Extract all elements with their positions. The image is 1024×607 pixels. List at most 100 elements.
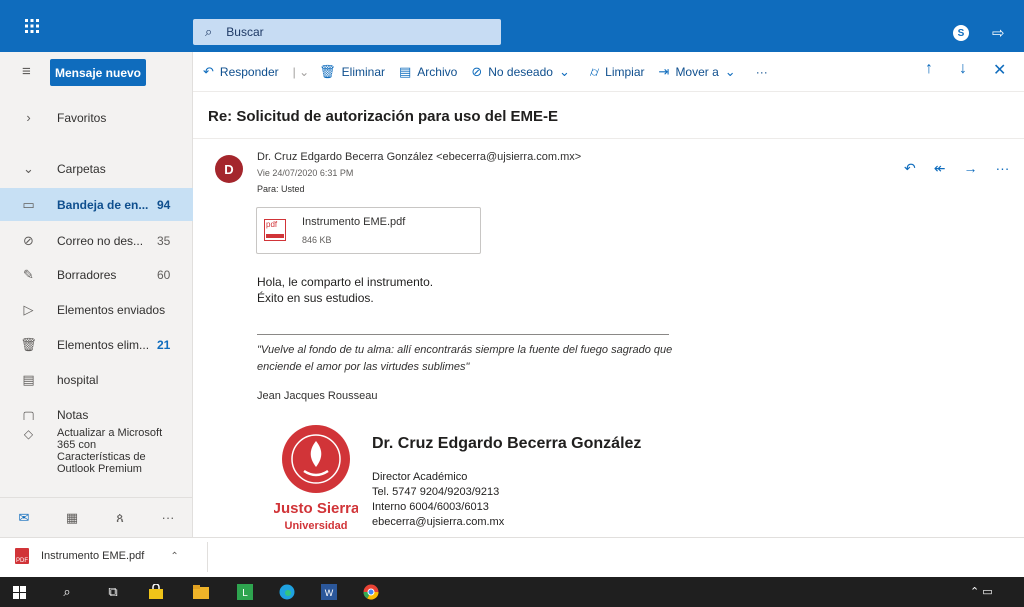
feedback-icon[interactable]: ⇨ — [992, 24, 1005, 42]
chevron-up-icon[interactable]: ⌃ — [170, 551, 178, 562]
move-to-button[interactable]: ⇥ Mover a ⌄ — [659, 64, 742, 80]
attachment-name[interactable]: Instrumento EME.pdf — [302, 216, 405, 228]
app-launcher-icon[interactable] — [12, 0, 52, 52]
pdf-icon: pdf — [264, 219, 286, 241]
word-icon[interactable]: W — [318, 582, 340, 602]
reply-label: Responder — [219, 64, 279, 79]
signature-divider — [257, 334, 669, 335]
sidebar-item-inbox[interactable]: ▭ Bandeja de en... 94 — [0, 188, 193, 221]
message-subject: Re: Solicitud de autorización para uso d… — [208, 108, 559, 125]
more-icon[interactable]: ··· — [995, 160, 1009, 177]
avatar[interactable]: D — [215, 155, 243, 183]
download-item[interactable]: PDF Instrumento EME.pdf ⌃ — [15, 548, 179, 564]
signature-name: Dr. Cruz Edgardo Becerra González — [372, 435, 642, 452]
top-bar — [0, 0, 1024, 52]
chevron-down-icon: ⌄ — [23, 160, 34, 176]
hospital-label: hospital — [57, 372, 99, 387]
chevron-down-icon: ⌄ — [724, 63, 736, 79]
attachment-card[interactable] — [256, 207, 481, 254]
sidebar-item-junk[interactable]: ⊘ Correo no des... 35 — [0, 224, 193, 257]
pencil-icon: ✎ — [23, 266, 34, 282]
task-view-icon[interactable]: ⧉ — [102, 582, 124, 602]
arrow-up-icon[interactable]: ↑ — [925, 60, 933, 80]
recipient: Para: Usted — [257, 184, 305, 194]
body-line: Hola, le comparto el instrumento. — [257, 275, 434, 289]
sender[interactable]: Dr. Cruz Edgardo Becerra González <ebece… — [257, 151, 581, 163]
edge-icon[interactable] — [276, 582, 298, 602]
upgrade-text: Actualizar a Microsoft 365 con Caracterí… — [57, 427, 163, 475]
signature-quote: "Vuelve al fondo de tu alma: allí encont… — [257, 344, 673, 373]
logo-title: Justo Sierra — [274, 500, 358, 517]
favorites-label: Favoritos — [57, 110, 107, 125]
command-bar: ↶ Responder | ⌄ 🗑 Eliminar ▤ Archivo ⊘ No de… — [193, 52, 1024, 92]
windows-start-icon[interactable] — [8, 582, 30, 602]
mail-icon[interactable]: ✉ — [0, 510, 48, 526]
message-nav: ↑ ↓ ✕ — [925, 60, 1006, 80]
pdf-icon: PDF — [15, 548, 29, 564]
archive-icon: ▤ — [399, 63, 412, 79]
message-actions: ↶ ↞ → ··· — [904, 160, 1009, 177]
archive-button[interactable]: ▤ Archivo — [399, 64, 457, 80]
chrome-icon[interactable] — [360, 582, 382, 602]
module-switcher: ✉ ▦ ጰ ··· — [0, 497, 193, 537]
new-message-button[interactable]: Mensaje nuevo — [50, 59, 146, 86]
reply-all-icon[interactable]: ↞ — [934, 160, 946, 177]
sidebar-item-notes[interactable]: ▢ Notas — [0, 398, 193, 420]
store-icon[interactable] — [145, 582, 167, 602]
launcher-app-icon[interactable]: L — [234, 582, 256, 602]
sidebar-item-hospital[interactable]: ▤ hospital — [0, 363, 193, 396]
signature-email[interactable]: ebecerra@ujsierra.com.mx — [372, 515, 504, 530]
message-date: Vie 24/07/2020 6:31 PM — [257, 168, 354, 178]
inbox-label: Bandeja de en... — [57, 197, 149, 212]
sidebar-item-deleted[interactable]: 🗑 Elementos elim... 21 — [0, 328, 193, 361]
delete-button[interactable]: 🗑 Eliminar — [319, 64, 385, 80]
blocked-icon: ⊘ — [23, 232, 34, 248]
deleted-label: Elementos elim... — [57, 337, 150, 352]
svg-text:W: W — [325, 588, 334, 598]
signature-details: Director Académico Tel. 5747 9204/9203/9… — [372, 470, 504, 530]
body-line: Éxito en sus estudios. — [257, 291, 374, 305]
arrow-down-icon[interactable]: ↓ — [959, 60, 967, 80]
system-tray[interactable]: ⌃ ▭ — [970, 585, 993, 598]
svg-text:L: L — [242, 588, 248, 599]
file-explorer-icon[interactable] — [190, 582, 212, 602]
sweep-button[interactable]: ⌭ Limpiar — [590, 64, 645, 80]
people-icon[interactable]: ጰ — [96, 510, 144, 526]
reply-button[interactable]: ↶ Responder — [203, 64, 279, 80]
skype-icon[interactable]: S — [953, 25, 969, 41]
search-box[interactable]: ⌕ Buscar — [193, 19, 501, 45]
download-filename: Instrumento EME.pdf — [41, 550, 145, 562]
deleted-count: 21 — [157, 337, 171, 352]
attachment-size: 846 KB — [302, 235, 332, 245]
drafts-count: 60 — [157, 267, 171, 282]
folders-label: Carpetas — [57, 161, 106, 176]
sent-label: Elementos enviados — [57, 302, 166, 317]
nav-favorites[interactable]: › Favoritos — [0, 101, 193, 134]
divider — [193, 138, 1024, 139]
send-icon: ▷ — [23, 301, 34, 317]
university-logo: Justo Sierra Universidad — [274, 425, 358, 532]
calendar-icon[interactable]: ▦ — [48, 510, 96, 526]
more-actions-button[interactable]: ··· — [756, 65, 768, 79]
sidebar-item-sent[interactable]: ▷ Elementos enviados — [0, 293, 193, 326]
move-label: Mover a — [675, 64, 719, 79]
search-icon: ⌕ — [205, 24, 213, 39]
sidebar-item-drafts[interactable]: ✎ Borradores 60 — [0, 258, 193, 291]
upgrade-banner[interactable]: ◇ Actualizar a Microsoft 365 con Caracte… — [0, 419, 193, 497]
trash-icon: 🗑 — [319, 63, 336, 79]
divider — [207, 542, 208, 572]
search-placeholder: Buscar — [226, 25, 264, 39]
more-apps-icon[interactable]: ··· — [144, 510, 192, 525]
junk-button[interactable]: ⊘ No deseado ⌄ — [471, 64, 576, 80]
close-icon[interactable]: ✕ — [993, 60, 1006, 80]
search-icon[interactable]: ⌕ — [56, 582, 78, 602]
forward-icon[interactable]: → — [963, 160, 977, 177]
junk-button-label: No deseado — [488, 64, 553, 79]
menu-icon[interactable]: ≡ — [22, 63, 31, 80]
reply-icon: ↶ — [203, 63, 214, 79]
logo-subtitle: Universidad — [285, 520, 348, 532]
reply-icon[interactable]: ↶ — [904, 160, 916, 177]
nav-folders[interactable]: ⌄ Carpetas — [0, 152, 193, 185]
reply-dropdown-icon[interactable]: | ⌄ — [293, 65, 310, 79]
archive-label: Archivo — [417, 64, 458, 79]
